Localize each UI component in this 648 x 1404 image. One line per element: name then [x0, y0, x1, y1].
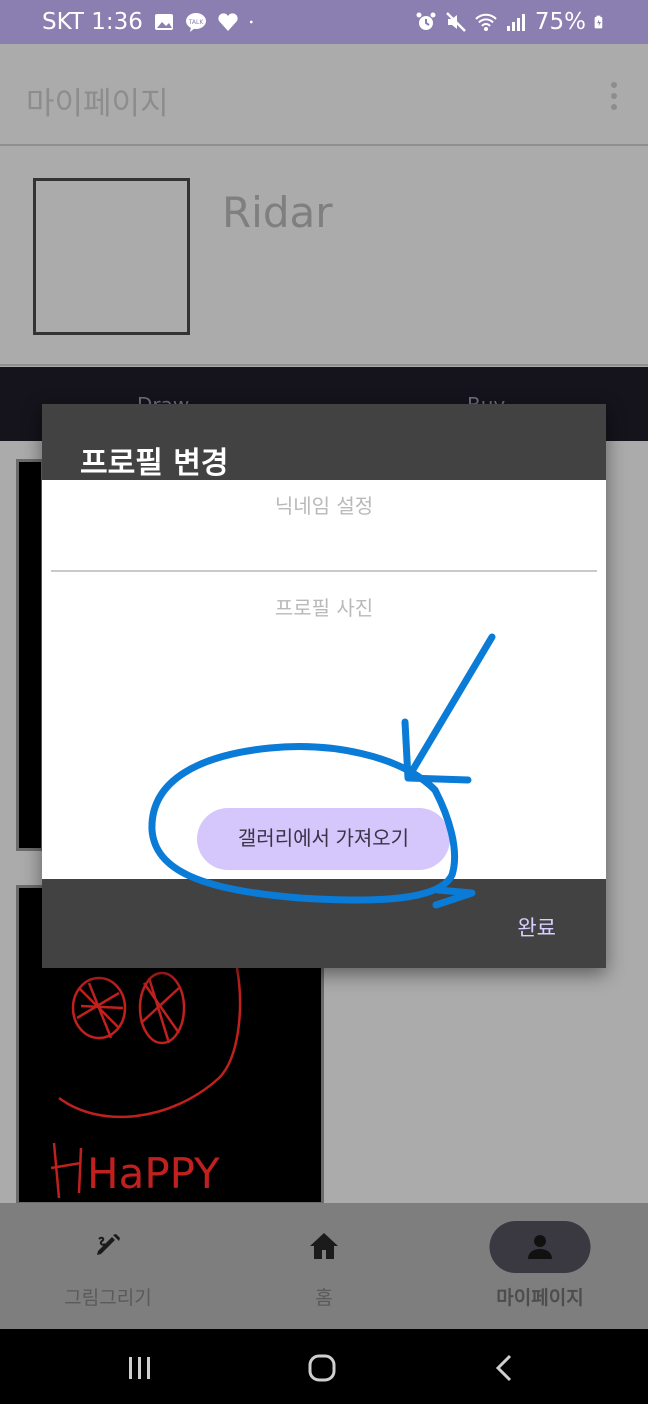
- battery-icon: [594, 15, 603, 29]
- alarm-icon: [416, 12, 436, 30]
- profile-header: Ridar: [0, 148, 648, 366]
- app-bar: 마이페이지: [0, 44, 648, 146]
- nickname-input[interactable]: [51, 532, 597, 572]
- wifi-icon: [475, 13, 497, 31]
- home-icon: [310, 1233, 338, 1259]
- dialog-title: 프로필 변경: [80, 446, 229, 481]
- import-from-gallery-button[interactable]: 갤러리에서 가져오기: [197, 808, 450, 870]
- carrier-time: SKT 1:36: [42, 9, 143, 35]
- battery-percent: 75%: [534, 9, 586, 35]
- back-icon[interactable]: [492, 1353, 516, 1383]
- person-icon: [528, 1235, 552, 1259]
- gallery-icon: [154, 14, 173, 30]
- drawing-text: HaPPY: [87, 1149, 220, 1198]
- heart-icon: [218, 13, 238, 31]
- nav-mypage[interactable]: 마이페이지: [432, 1203, 648, 1329]
- more-vert-icon[interactable]: [610, 82, 618, 110]
- profile-nickname: Ridar: [222, 188, 333, 237]
- nav-label: 마이페이지: [496, 1287, 584, 1309]
- nav-label: 홈: [315, 1287, 333, 1309]
- profile-photo-label: 프로필 사진: [274, 596, 374, 620]
- draw-icon: [97, 1234, 120, 1255]
- page-title: 마이페이지: [26, 86, 169, 122]
- done-button[interactable]: 완료: [517, 912, 556, 942]
- avatar[interactable]: [33, 178, 190, 335]
- bottom-nav: 그림그리기 홈 마이페이지: [0, 1203, 648, 1329]
- mute-icon: [445, 12, 466, 32]
- profile-edit-dialog: 프로필 변경 닉네임 설정 프로필 사진 갤러리에서 가져오기 완료: [42, 404, 606, 968]
- recents-icon[interactable]: [126, 1355, 154, 1381]
- dot-icon: [249, 20, 253, 24]
- nav-label: 그림그리기: [64, 1287, 152, 1309]
- home-circle-icon[interactable]: [307, 1353, 337, 1383]
- svg-text:TALK: TALK: [188, 19, 205, 26]
- kakaotalk-icon: TALK: [185, 13, 206, 32]
- drawing-thumbnail[interactable]: [16, 459, 44, 851]
- nickname-label: 닉네임 설정: [274, 494, 374, 518]
- system-nav-bar: [0, 1329, 648, 1404]
- nav-home[interactable]: 홈: [216, 1203, 432, 1329]
- signal-icon: [506, 14, 525, 31]
- status-bar: SKT 1:36 TALK 75%: [0, 0, 648, 44]
- nav-draw[interactable]: 그림그리기: [0, 1203, 216, 1329]
- dialog-body: 닉네임 설정 프로필 사진 갤러리에서 가져오기: [42, 480, 606, 879]
